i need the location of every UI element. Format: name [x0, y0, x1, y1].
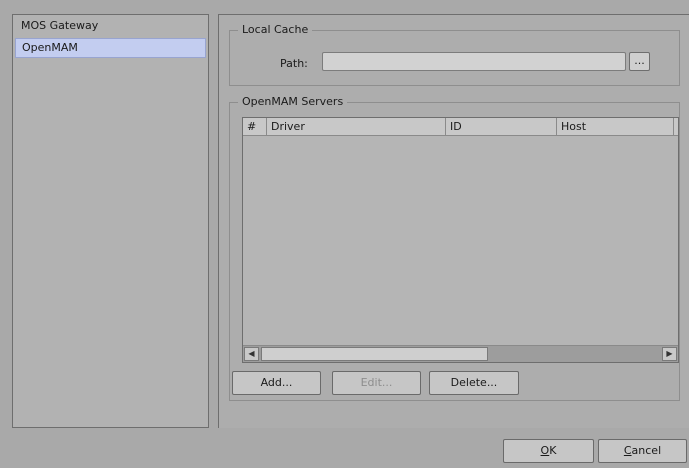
servers-table[interactable]: # Driver ID Host D ◀ ▶ — [242, 117, 679, 363]
servers-group: OpenMAM Servers # Driver ID Host D ◀ ▶ A… — [229, 95, 680, 401]
column-header-driver[interactable]: Driver — [267, 118, 446, 135]
browse-button[interactable]: ... — [629, 52, 650, 71]
servers-title: OpenMAM Servers — [238, 95, 348, 108]
column-header-id[interactable]: ID — [446, 118, 557, 135]
path-label: Path: — [280, 57, 308, 70]
cancel-button[interactable]: Cancel — [598, 439, 687, 463]
cancel-mnemonic: C — [623, 444, 632, 457]
ok-mnemonic: O — [540, 444, 550, 457]
category-item-openmam[interactable]: OpenMAM — [15, 38, 206, 58]
ok-label-rest: K — [549, 444, 557, 457]
path-input[interactable] — [322, 52, 626, 71]
window-top-edge — [0, 0, 689, 8]
scroll-right-icon[interactable]: ▶ — [662, 347, 677, 361]
scroll-thumb[interactable] — [261, 347, 488, 361]
delete-button[interactable]: Delete... — [429, 371, 519, 395]
category-item-mos-gateway[interactable]: MOS Gateway — [15, 17, 206, 36]
category-list[interactable]: MOS Gateway OpenMAM — [12, 14, 209, 428]
cancel-label-rest: ancel — [631, 444, 662, 457]
column-header-truncated[interactable]: D — [674, 118, 678, 135]
local-cache-group: Local Cache Path: ... — [229, 23, 680, 86]
add-button[interactable]: Add... — [232, 371, 321, 395]
horizontal-scrollbar[interactable]: ◀ ▶ — [243, 345, 678, 362]
local-cache-title: Local Cache — [238, 23, 313, 36]
ok-button[interactable]: OK — [503, 439, 594, 463]
scroll-left-icon[interactable]: ◀ — [244, 347, 259, 361]
column-header-number[interactable]: # — [243, 118, 267, 135]
column-header-host[interactable]: Host — [557, 118, 674, 135]
table-header: # Driver ID Host D — [243, 118, 678, 136]
edit-button[interactable]: Edit... — [332, 371, 421, 395]
table-body[interactable] — [243, 136, 678, 345]
settings-panel: Local Cache Path: ... OpenMAM Servers # … — [218, 14, 689, 428]
